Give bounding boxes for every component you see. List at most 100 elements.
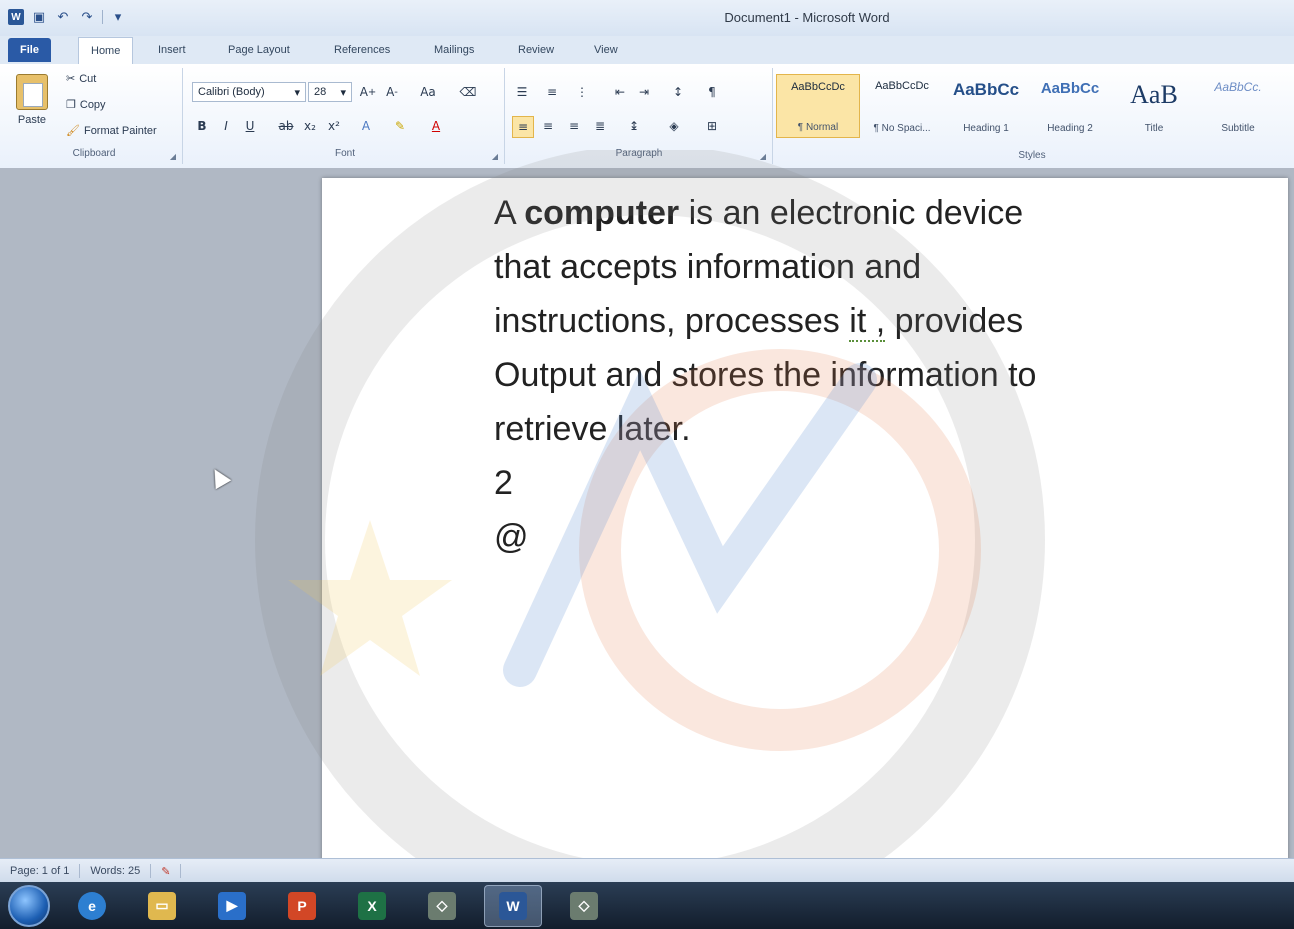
font-size-combo[interactable]: 28 ▾ [308, 82, 352, 102]
mouse-pointer-icon [206, 464, 232, 490]
align-left-icon[interactable]: ≡ [512, 116, 534, 138]
show-marks-icon[interactable]: ¶ [702, 82, 722, 102]
document-workspace: A computer is an electronic device that … [0, 168, 1294, 868]
justify-icon[interactable]: ≣ [590, 116, 610, 136]
italic-icon[interactable]: I [216, 116, 236, 136]
style-no-spacing[interactable]: AaBbCcDc ¶ No Spaci... [860, 74, 944, 138]
tab-insert[interactable]: Insert [146, 38, 198, 62]
taskbar-excel[interactable]: X [344, 886, 400, 926]
shading-icon[interactable]: ◈ [664, 116, 684, 136]
document-page[interactable]: A computer is an electronic device that … [322, 178, 1288, 868]
paste-button[interactable]: Paste [16, 74, 48, 126]
paste-label: Paste [17, 114, 47, 126]
doc-line-5: retrieve later. [494, 410, 691, 448]
font-group-label: Font [334, 148, 355, 159]
doc-line-1-end: is an electronic device [679, 194, 1024, 232]
multilevel-list-icon[interactable]: ⋮ [572, 82, 592, 102]
font-size-value: 28 [314, 86, 327, 98]
cut-button[interactable]: ✂ Cut [66, 72, 96, 86]
tab-view[interactable]: View [582, 38, 630, 62]
style-no-spacing-name: ¶ No Spaci... [873, 123, 931, 134]
bullets-icon[interactable]: ☰ [512, 82, 532, 102]
align-center-icon[interactable]: ≡ [538, 116, 558, 136]
tab-references[interactable]: References [322, 38, 402, 62]
style-normal-sample: AaBbCcDc [791, 81, 845, 93]
font-name-combo[interactable]: Calibri (Body) ▾ [192, 82, 306, 102]
taskbar-app[interactable]: ◇ [414, 886, 470, 926]
increase-indent-icon[interactable]: ⇥ [634, 82, 654, 102]
style-heading-2[interactable]: AaBbCc Heading 2 [1028, 74, 1112, 138]
word-icon: W [499, 891, 527, 920]
doc-bold-word: computer [524, 194, 680, 232]
paragraph-group-label: Paragraph [615, 148, 663, 159]
app-diamond-icon: ◇ [428, 891, 456, 920]
taskbar-app-2[interactable]: ◇ [556, 886, 612, 926]
strikethrough-icon[interactable]: ab [276, 116, 296, 136]
change-case-icon[interactable]: Aa [418, 82, 438, 102]
style-title-sample: AaB [1130, 80, 1178, 109]
style-subtitle[interactable]: AaBbCc. Subtitle [1196, 74, 1280, 138]
excel-icon: X [358, 891, 386, 920]
clipboard-group-label: Clipboard [72, 148, 116, 159]
tab-mailings[interactable]: Mailings [422, 38, 486, 62]
format-painter-button[interactable]: 🖌 Format Painter [66, 124, 157, 138]
document-body[interactable]: A computer is an electronic device that … [494, 186, 1194, 564]
app-diamond-record-icon: ◇ [570, 891, 598, 920]
align-right-icon[interactable]: ≡ [564, 116, 584, 136]
grammar-flagged-text: it , [849, 302, 886, 342]
folder-icon: ▭ [148, 891, 176, 920]
taskbar-internet-explorer[interactable]: e [64, 886, 120, 926]
style-normal[interactable]: AaBbCcDc ¶ Normal [776, 74, 860, 138]
tab-file[interactable]: File [8, 38, 51, 62]
shrink-font-icon[interactable]: A- [382, 82, 402, 102]
word-count[interactable]: Words: 25 [80, 864, 152, 878]
proofing-icon[interactable]: ✎ [151, 864, 182, 878]
style-heading-1[interactable]: AaBbCc Heading 1 [944, 74, 1028, 138]
ribbon-home: Paste ✂ Cut ❐ Copy 🖌 Format Painter Clip… [0, 64, 1294, 169]
doc-line-1: A computer is an electronic device [494, 186, 1194, 240]
tab-review[interactable]: Review [506, 38, 566, 62]
tab-page-layout[interactable]: Page Layout [216, 38, 302, 62]
bold-icon[interactable]: B [192, 116, 212, 136]
font-name-value: Calibri (Body) [198, 86, 265, 98]
word-window: W ▣ ↶ ↷ ▾ Document1 - Microsoft Word Fil… [0, 0, 1294, 929]
clear-formatting-icon[interactable]: ⌫ [458, 82, 478, 102]
highlight-color-icon[interactable]: ✎ [390, 116, 410, 136]
subscript-icon[interactable]: x₂ [300, 116, 320, 136]
text-effects-icon[interactable]: A [356, 116, 376, 136]
page-count[interactable]: Page: 1 of 1 [0, 864, 81, 878]
internet-explorer-icon: e [78, 891, 106, 920]
font-group: Calibri (Body) ▾ 28 ▾ A + A- Aa ⌫ B I U a… [186, 68, 505, 164]
doc-line-7: @ [494, 518, 529, 556]
taskbar-media-player[interactable]: ▶ [204, 886, 260, 926]
taskbar-word[interactable]: W [484, 884, 542, 927]
underline-icon[interactable]: U [240, 116, 260, 136]
decrease-indent-icon[interactable]: ⇤ [610, 82, 630, 102]
style-subtitle-sample: AaBbCc. [1214, 80, 1262, 94]
style-no-spacing-sample: AaBbCcDc [875, 80, 929, 92]
font-color-icon[interactable]: A [426, 116, 446, 136]
style-title[interactable]: AaB Title [1112, 74, 1196, 138]
superscript-icon[interactable]: x² [324, 116, 344, 136]
tab-home[interactable]: Home [78, 37, 134, 64]
style-normal-name: ¶ Normal [797, 122, 839, 133]
start-button[interactable] [8, 884, 50, 927]
style-heading-2-name: Heading 2 [1047, 123, 1093, 134]
paragraph-launcher-icon[interactable]: ◢ [760, 152, 766, 161]
clipboard-launcher-icon[interactable]: ◢ [170, 152, 176, 161]
copy-icon: ❐ [66, 99, 76, 111]
line-spacing-icon[interactable]: ↨ [624, 116, 644, 136]
font-launcher-icon[interactable]: ◢ [492, 152, 498, 161]
taskbar-file-explorer[interactable]: ▭ [134, 886, 190, 926]
sort-icon[interactable]: ↕ [668, 82, 688, 102]
doc-line-4: Output and stores the information to [494, 356, 1037, 394]
copy-label: Copy [79, 98, 106, 111]
doc-line-3-start: instructions, processes [494, 302, 850, 340]
copy-button[interactable]: ❐ Copy [66, 98, 106, 112]
taskbar-powerpoint[interactable]: P [274, 886, 330, 926]
numbering-icon[interactable]: ≡ [542, 82, 562, 102]
borders-icon[interactable]: ⊞ [702, 116, 722, 136]
media-player-icon: ▶ [218, 891, 246, 920]
grow-font-icon[interactable]: A + [358, 82, 378, 102]
styles-group-label: Styles [1018, 150, 1046, 161]
